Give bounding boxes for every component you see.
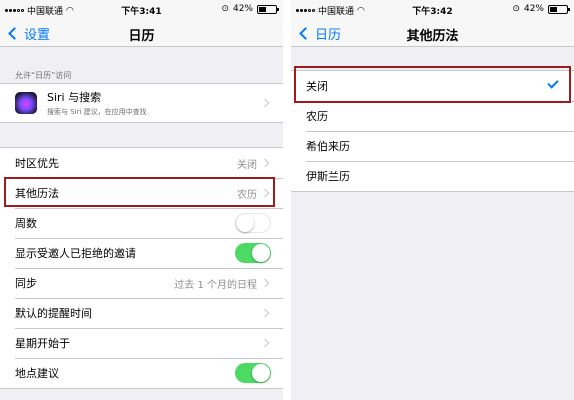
calendar-options-group: 时区优先 关闭 其他历法 农历 周数 显示受邀人已拒绝的邀请 同步 过去 1 个… bbox=[0, 147, 283, 389]
option-label: 关闭 bbox=[306, 80, 328, 93]
default-alert-times-row[interactable]: 默认的提醒时间 bbox=[0, 298, 283, 328]
battery-percent: 42% bbox=[523, 4, 544, 14]
row-value: 过去 1 个月的日程 bbox=[174, 279, 257, 291]
navigation-bar: 日历 其他历法 bbox=[291, 20, 574, 47]
option-label: 希伯来历 bbox=[306, 140, 350, 153]
option-label: 农历 bbox=[306, 110, 328, 123]
checkmark-icon bbox=[547, 77, 559, 89]
calendar-options-list: 关闭 农历 希伯来历 伊斯兰历 bbox=[291, 70, 574, 192]
chevron-right-icon bbox=[260, 158, 270, 168]
timezone-override-row[interactable]: 时区优先 关闭 bbox=[0, 148, 283, 178]
chevron-right-icon bbox=[260, 188, 270, 198]
row-label: 时区优先 bbox=[15, 157, 59, 170]
week-numbers-row: 周数 bbox=[0, 208, 283, 238]
row-label: 默认的提醒时间 bbox=[15, 307, 92, 320]
location-suggestions-toggle[interactable] bbox=[235, 363, 271, 383]
status-bar: 中国联通 ◠ 下午3:42 ⊙ 42% bbox=[291, 0, 574, 20]
orientation-lock-icon: ⊙ bbox=[221, 4, 229, 14]
siri-icon bbox=[15, 92, 37, 114]
row-label: 周数 bbox=[15, 217, 37, 230]
battery-fill bbox=[259, 6, 266, 12]
show-declined-toggle[interactable] bbox=[235, 243, 271, 263]
option-off[interactable]: 关闭 bbox=[291, 71, 574, 101]
alternate-calendars-row[interactable]: 其他历法 农历 bbox=[0, 178, 283, 208]
sync-row[interactable]: 同步 过去 1 个月的日程 bbox=[0, 268, 283, 298]
row-label: 其他历法 bbox=[15, 187, 59, 200]
week-numbers-toggle[interactable] bbox=[235, 213, 271, 233]
alternate-calendars-screen: 中国联通 ◠ 下午3:42 ⊙ 42% 日历 其他历法 关闭 农历 希伯来历 伊… bbox=[291, 0, 574, 400]
battery-fill bbox=[550, 6, 557, 12]
option-label: 伊斯兰历 bbox=[306, 170, 350, 183]
row-label: 地点建议 bbox=[15, 367, 59, 380]
battery-percent: 42% bbox=[232, 4, 253, 14]
battery-icon bbox=[257, 4, 279, 14]
chevron-right-icon bbox=[260, 338, 270, 348]
row-value: 农历 bbox=[237, 189, 257, 201]
orientation-lock-icon: ⊙ bbox=[512, 4, 520, 14]
chevron-right-icon bbox=[260, 98, 270, 108]
siri-group: Siri 与搜索 搜索与 Siri 建议，在应用中查找 bbox=[0, 83, 283, 123]
chevron-right-icon bbox=[260, 278, 270, 288]
siri-title: Siri 与搜索 bbox=[47, 91, 102, 104]
chevron-right-icon bbox=[260, 308, 270, 318]
option-chinese[interactable]: 农历 bbox=[291, 101, 574, 131]
section-header: 允许“日历”访问 bbox=[15, 71, 72, 80]
siri-search-row[interactable]: Siri 与搜索 搜索与 Siri 建议，在应用中查找 bbox=[0, 84, 283, 122]
calendar-settings-screen: 中国联通 ◠ 下午3:41 ⊙ 42% 设置 日历 允许“日历”访问 Siri … bbox=[0, 0, 283, 400]
location-suggestions-row: 地点建议 bbox=[0, 358, 283, 388]
row-label: 星期开始于 bbox=[15, 337, 70, 350]
page-title: 其他历法 bbox=[406, 29, 459, 44]
battery-icon bbox=[548, 4, 570, 14]
show-declined-invitees-row: 显示受邀人已拒绝的邀请 bbox=[0, 238, 283, 268]
option-islamic[interactable]: 伊斯兰历 bbox=[291, 161, 574, 191]
page-title: 日历 bbox=[128, 29, 155, 44]
status-bar: 中国联通 ◠ 下午3:41 ⊙ 42% bbox=[0, 0, 283, 20]
row-label: 同步 bbox=[15, 277, 37, 290]
siri-subtitle: 搜索与 Siri 建议，在应用中查找 bbox=[47, 108, 147, 116]
option-hebrew[interactable]: 希伯来历 bbox=[291, 131, 574, 161]
navigation-bar: 设置 日历 bbox=[0, 20, 283, 47]
row-value: 关闭 bbox=[237, 159, 257, 171]
row-label: 显示受邀人已拒绝的邀请 bbox=[15, 247, 136, 260]
start-week-on-row[interactable]: 星期开始于 bbox=[0, 328, 283, 358]
